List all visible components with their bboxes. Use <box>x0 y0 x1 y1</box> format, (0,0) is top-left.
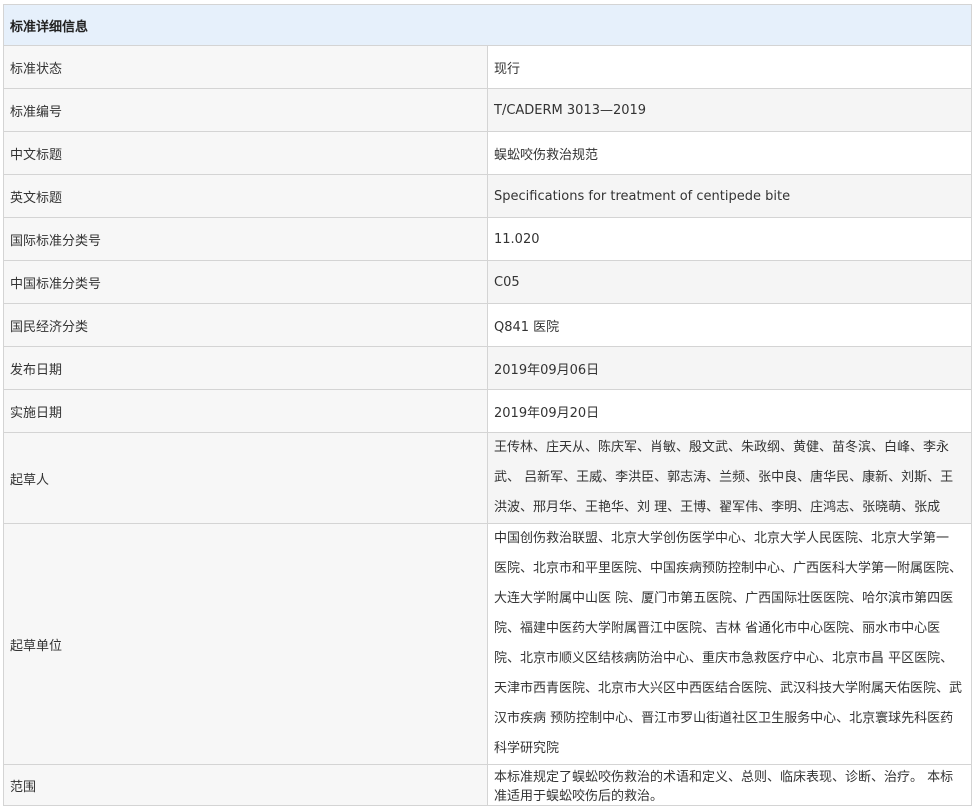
row-ccs: 中国标准分类号 C05 <box>3 260 972 304</box>
table-title: 标准详细信息 <box>3 4 972 46</box>
label-ccs: 中国标准分类号 <box>3 260 488 304</box>
label-english-title: 英文标题 <box>3 174 488 218</box>
row-publish-date: 发布日期 2019年09月06日 <box>3 346 972 390</box>
row-status: 标准状态 现行 <box>3 45 972 89</box>
row-economy-class: 国民经济分类 Q841 医院 <box>3 303 972 347</box>
value-drafting-units: 中国创伤救治联盟、北京大学创伤医学中心、北京大学人民医院、北京大学第一 医院、北… <box>487 523 972 765</box>
row-standard-number: 标准编号 T/CADERM 3013—2019 <box>3 88 972 132</box>
label-implement-date: 实施日期 <box>3 389 488 433</box>
standard-detail-table: 标准详细信息 标准状态 现行 标准编号 T/CADERM 3013—2019 中… <box>3 4 972 806</box>
value-publish-date: 2019年09月06日 <box>487 346 972 390</box>
label-drafters: 起草人 <box>3 432 488 524</box>
table-header-row: 标准详细信息 <box>3 4 972 46</box>
label-drafting-units: 起草单位 <box>3 523 488 765</box>
standard-detail-panel: 标准详细信息 标准状态 现行 标准编号 T/CADERM 3013—2019 中… <box>0 0 975 806</box>
value-drafters: 王传林、庄天从、陈庆军、肖敏、殷文武、朱政纲、黄健、苗冬滨、白峰、李永武、 吕新… <box>487 432 972 524</box>
value-status: 现行 <box>487 45 972 89</box>
value-ccs: C05 <box>487 260 972 304</box>
row-drafting-units: 起草单位 中国创伤救治联盟、北京大学创伤医学中心、北京大学人民医院、北京大学第一… <box>3 523 972 765</box>
row-chinese-title: 中文标题 蜈蚣咬伤救治规范 <box>3 131 972 175</box>
row-implement-date: 实施日期 2019年09月20日 <box>3 389 972 433</box>
value-chinese-title: 蜈蚣咬伤救治规范 <box>487 131 972 175</box>
label-publish-date: 发布日期 <box>3 346 488 390</box>
label-status: 标准状态 <box>3 45 488 89</box>
row-scope: 范围 本标准规定了蜈蚣咬伤救治的术语和定义、总则、临床表现、诊断、治疗。 本标准… <box>3 764 972 806</box>
row-ics: 国际标准分类号 11.020 <box>3 217 972 261</box>
label-chinese-title: 中文标题 <box>3 131 488 175</box>
label-economy-class: 国民经济分类 <box>3 303 488 347</box>
value-economy-class: Q841 医院 <box>487 303 972 347</box>
label-ics: 国际标准分类号 <box>3 217 488 261</box>
label-standard-number: 标准编号 <box>3 88 488 132</box>
row-english-title: 英文标题 Specifications for treatment of cen… <box>3 174 972 218</box>
label-scope: 范围 <box>3 764 488 806</box>
value-english-title: Specifications for treatment of centiped… <box>487 174 972 218</box>
row-drafters: 起草人 王传林、庄天从、陈庆军、肖敏、殷文武、朱政纲、黄健、苗冬滨、白峰、李永武… <box>3 432 972 524</box>
value-standard-number: T/CADERM 3013—2019 <box>487 88 972 132</box>
value-scope: 本标准规定了蜈蚣咬伤救治的术语和定义、总则、临床表现、诊断、治疗。 本标准适用于… <box>487 764 972 806</box>
value-implement-date: 2019年09月20日 <box>487 389 972 433</box>
value-ics: 11.020 <box>487 217 972 261</box>
